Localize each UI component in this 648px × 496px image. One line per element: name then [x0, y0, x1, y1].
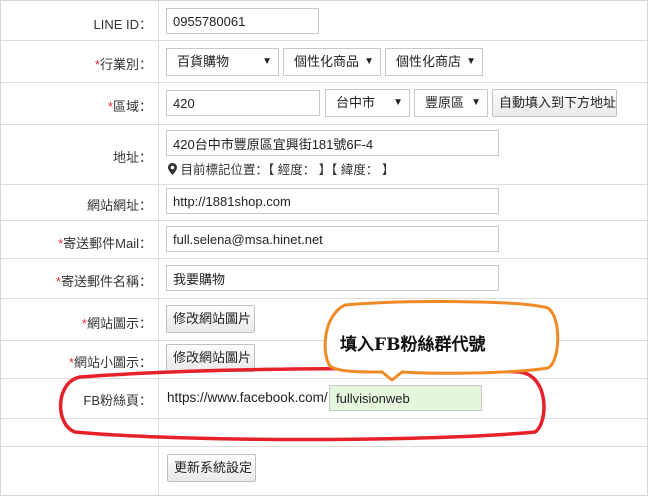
website-input[interactable] [166, 188, 499, 214]
row-region: *區域： 台中市▼ 豐原區▼ 自動填入到下方地址 [1, 83, 647, 125]
fb-page-id-input[interactable] [329, 385, 482, 411]
line-id-label: LINE ID： [93, 17, 152, 32]
row-site-icon: *網站圖示： 修改網站圖片 [1, 299, 647, 341]
industry-label: *行業別： [94, 57, 152, 72]
dropdown-arrow-icon: ▼ [364, 56, 374, 67]
edit-site-small-icon-button[interactable]: 修改網站圖片 [166, 344, 255, 372]
dropdown-arrow-icon: ▼ [262, 56, 272, 67]
location-hint: 目前標記位置：【 經度： 】【 緯度： 】 [168, 159, 394, 178]
row-industry: *行業別： 百貨購物 ▼ 個性化商品 ▼ 個性化商店 ▼ [1, 41, 647, 83]
sender-name-label: *寄送郵件名稱： [55, 274, 152, 289]
update-settings-button[interactable]: 更新系統設定 [167, 454, 256, 482]
industry-select-3[interactable]: 個性化商店 ▼ [385, 48, 483, 76]
industry-select-1[interactable]: 百貨購物 ▼ [166, 48, 279, 76]
row-address: 地址： 目前標記位置：【 經度： 】【 緯度： 】 [1, 125, 647, 185]
row-spacer [1, 419, 647, 447]
address-label: 地址： [112, 150, 152, 165]
row-line-id: LINE ID： [1, 1, 647, 41]
sender-email-label: *寄送郵件Mail： [58, 236, 152, 251]
fb-url-prefix: https://www.facebook.com/ [167, 390, 328, 405]
row-fb-page: FB粉絲頁： https://www.facebook.com/ [1, 379, 647, 419]
fb-page-label: FB粉絲頁： [83, 393, 152, 408]
dropdown-arrow-icon: ▼ [393, 97, 403, 108]
industry-select-2[interactable]: 個性化商品 ▼ [283, 48, 381, 76]
postal-code-input[interactable] [166, 90, 320, 116]
website-label: 網站網址： [86, 198, 152, 213]
line-id-input[interactable] [166, 8, 319, 34]
site-small-icon-label: *網站小圖示： [68, 355, 152, 370]
auto-fill-address-button[interactable]: 自動填入到下方地址 [492, 89, 617, 117]
site-icon-label: *網站圖示： [81, 316, 152, 331]
dropdown-arrow-icon: ▼ [471, 97, 481, 108]
city-select[interactable]: 台中市 ▼ [325, 89, 410, 117]
region-label: *區域： [107, 99, 152, 114]
callout-text: 填入FB粉絲群代號 [340, 335, 486, 355]
district-select[interactable]: 豐原區 ▼ [414, 89, 488, 117]
sender-name-input[interactable] [166, 265, 499, 291]
dropdown-arrow-icon: ▼ [466, 56, 476, 67]
sender-email-input[interactable] [166, 226, 499, 252]
row-sender-name: *寄送郵件名稱： [1, 259, 647, 299]
row-sender-email: *寄送郵件Mail： [1, 221, 647, 259]
settings-form: LINE ID： *行業別： 百貨購物▼ 個性化商品▼ 個性化商店▼ *區域： … [0, 0, 648, 496]
address-input[interactable] [166, 130, 499, 156]
row-site-small-icon: *網站小圖示： 修改網站圖片 [1, 341, 647, 379]
edit-site-icon-button[interactable]: 修改網站圖片 [166, 305, 255, 333]
row-website: 網站網址： [1, 185, 647, 221]
map-pin-icon [168, 163, 177, 175]
